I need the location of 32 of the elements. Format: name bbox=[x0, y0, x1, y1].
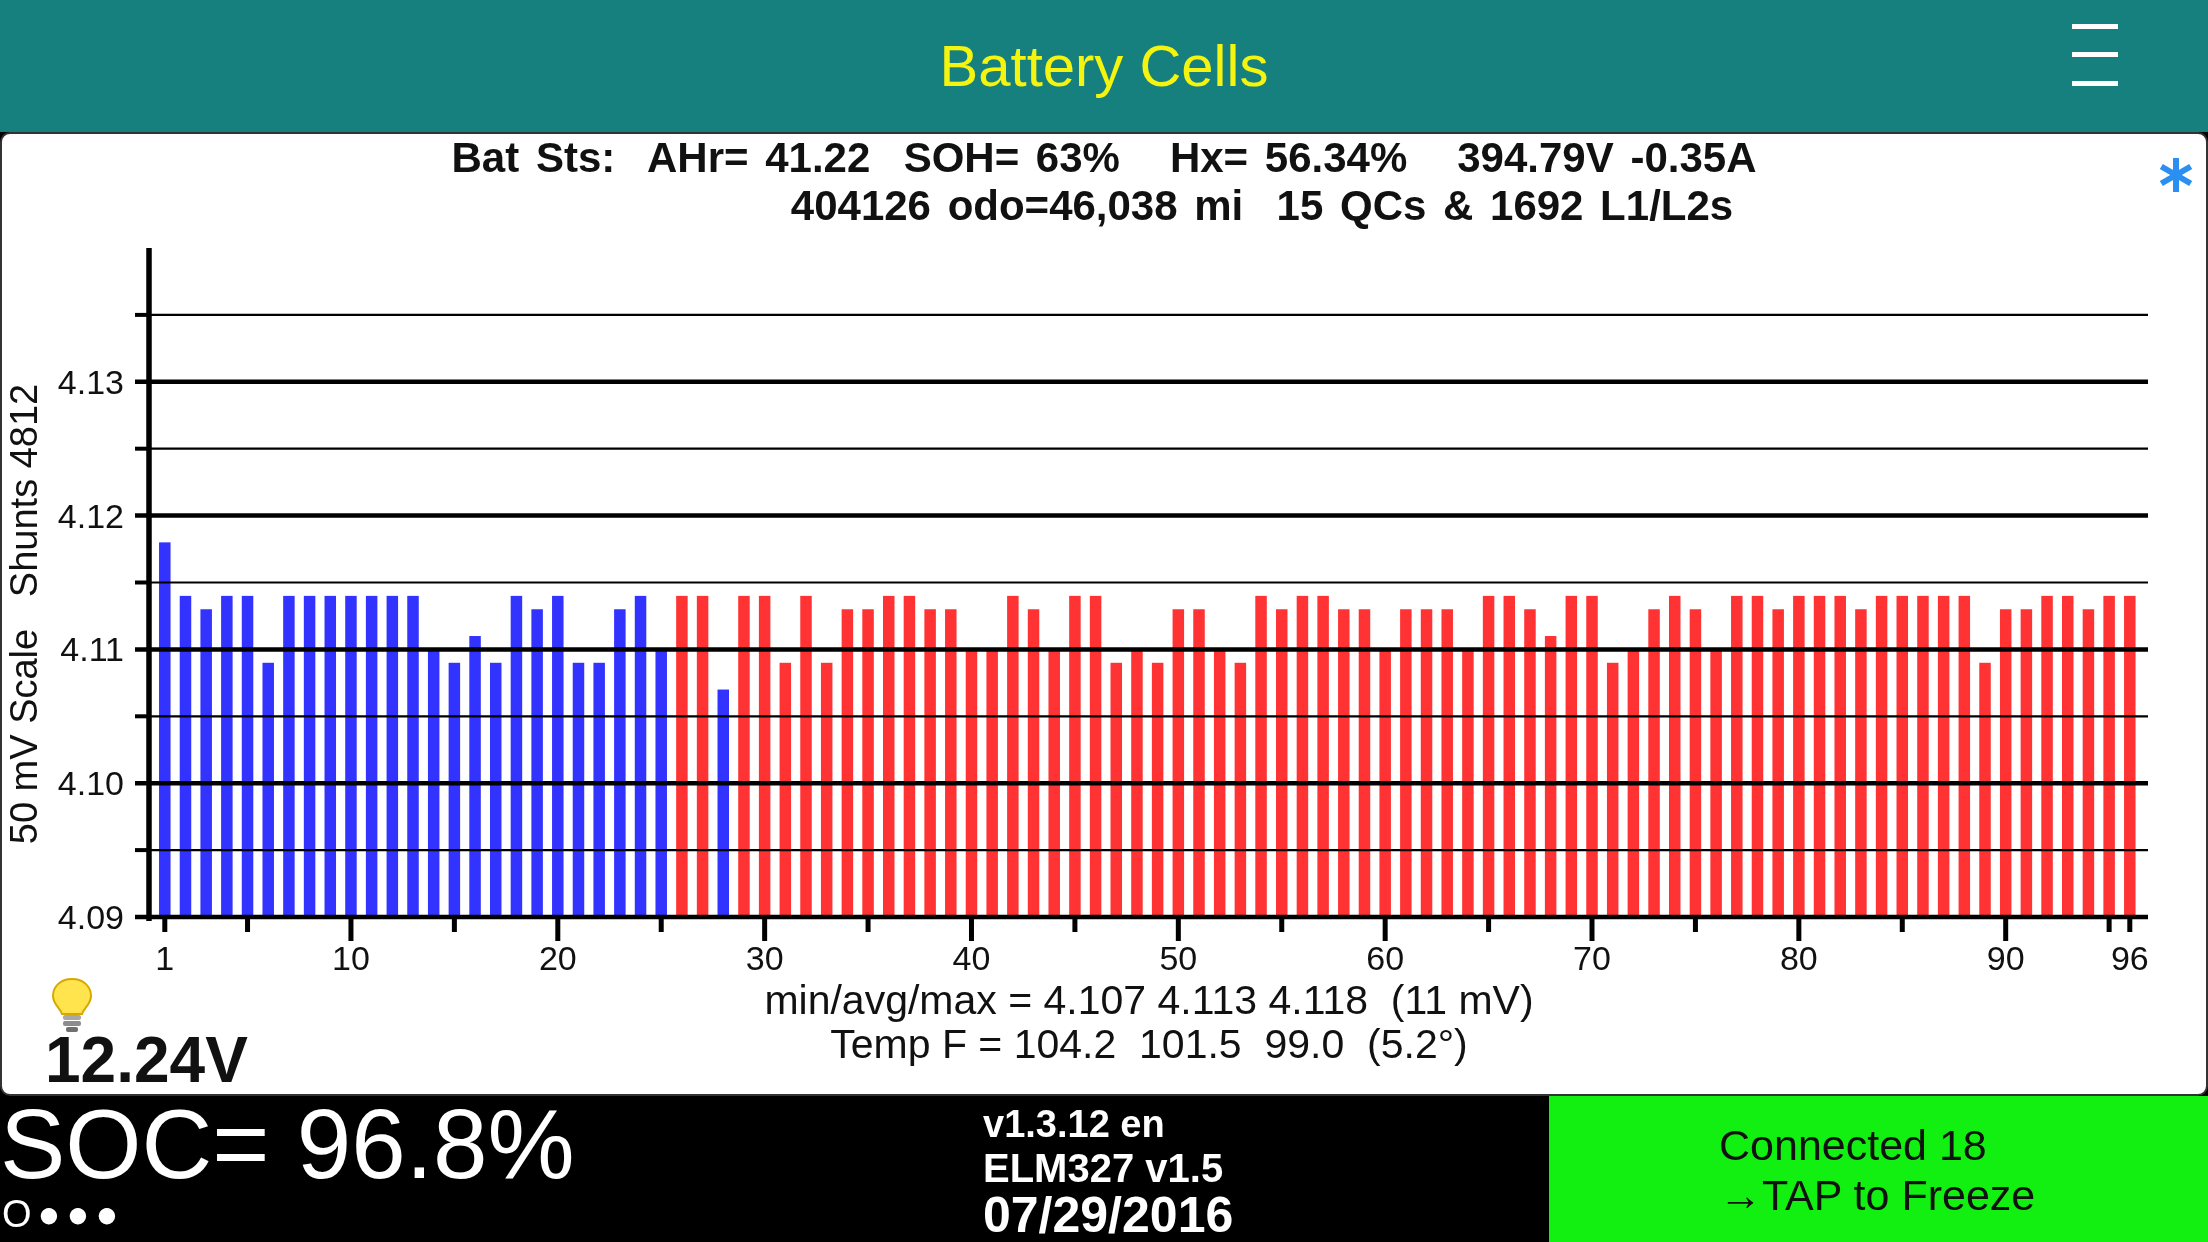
app-version: v1.3.12 en bbox=[983, 1102, 1165, 1146]
date-text: 07/29/2016 bbox=[983, 1190, 1234, 1240]
adapter-version: ELM327 v1.5 bbox=[983, 1146, 1224, 1190]
y-tick-label: 4.11 bbox=[60, 630, 124, 669]
x-tick-label: 10 bbox=[332, 939, 370, 977]
soc-reading: SOC= 96.8% bbox=[0, 1096, 575, 1192]
x-tick-label: 30 bbox=[745, 939, 784, 977]
x-tick-label: 50 bbox=[1159, 939, 1198, 977]
battery-status-text: 404126 odo=46,038 mi 15 QCs & 1692 L1/L2s bbox=[790, 182, 1734, 230]
x-tick-label: 96 bbox=[2110, 939, 2149, 977]
y-tick-label: 4.10 bbox=[57, 764, 124, 803]
connection-status-button[interactable]: Connected 18 →TAP to Freeze bbox=[1549, 1096, 2208, 1242]
screen-title: Battery Cells bbox=[939, 32, 1269, 100]
y-axis-label: 50 mV Scale Shunts 4812 bbox=[3, 383, 45, 845]
x-tick-label: 20 bbox=[538, 939, 577, 977]
lightbulb-icon bbox=[51, 978, 93, 1032]
asterisk-icon bbox=[2159, 158, 2193, 192]
battery-status-text: Bat Sts: AHr= 41.22 SOH= 63% Hx= 56.34% 394.79V -0.35A bbox=[451, 134, 1757, 182]
cell-summary-text: Temp F = 104.2 101.5 99.0 (5.2°) bbox=[830, 1022, 1468, 1066]
activity-indicator: O●●● bbox=[1, 1192, 125, 1236]
y-tick-label: 4.12 bbox=[57, 496, 124, 535]
x-tick-label: 60 bbox=[1366, 939, 1405, 977]
y-tick-label: 4.09 bbox=[57, 898, 124, 936]
y-tick-label: 4.13 bbox=[57, 362, 124, 401]
x-tick-label: 90 bbox=[1986, 939, 2025, 977]
menu-icon[interactable] bbox=[2072, 24, 2118, 86]
x-tick-label: 70 bbox=[1573, 939, 1611, 977]
cell-summary-text: min/avg/max = 4.107 4.113 4.118 (11 mV) bbox=[764, 978, 1534, 1022]
x-tick-label: 1 bbox=[155, 939, 175, 977]
aux-battery-voltage: 12.24V bbox=[45, 1032, 248, 1088]
x-tick-label: 40 bbox=[952, 939, 991, 977]
x-tick-label: 80 bbox=[1779, 939, 1818, 977]
